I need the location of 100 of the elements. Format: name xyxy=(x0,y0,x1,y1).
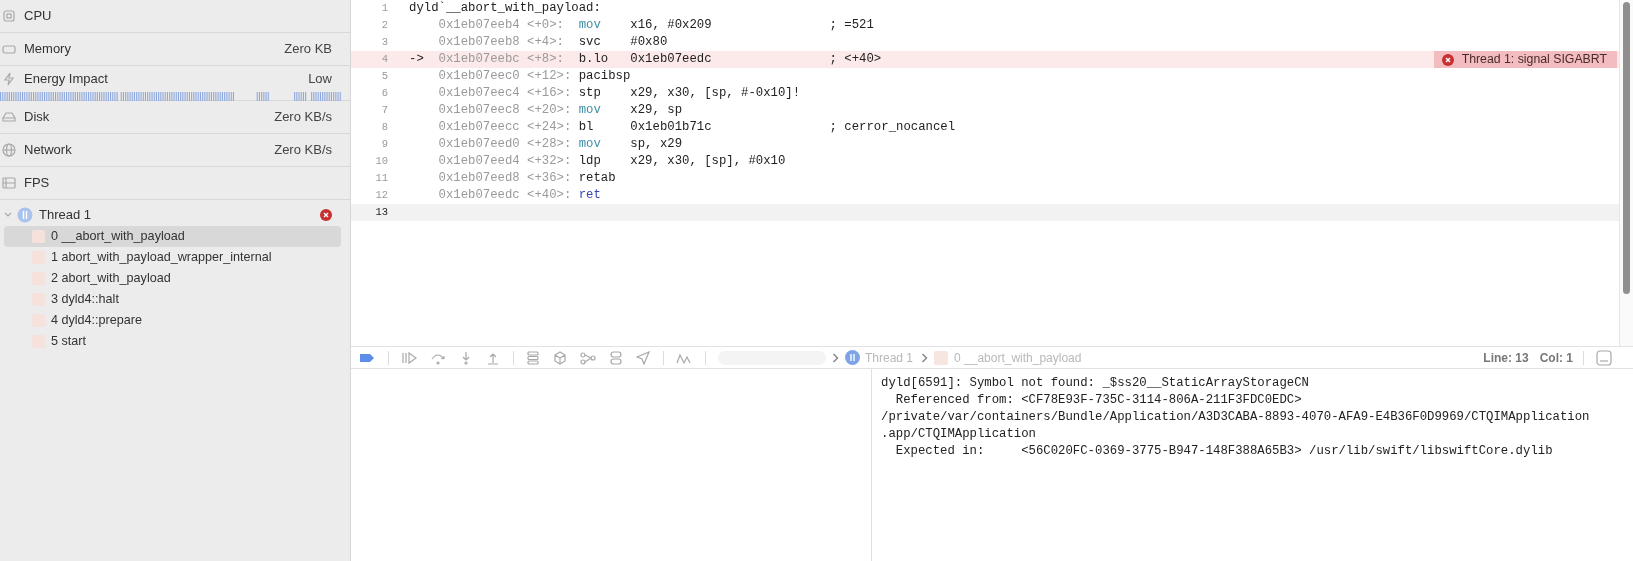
instruction-mnemonic: b.lo xyxy=(578,52,609,67)
instruction-mnemonic: retab xyxy=(578,171,616,186)
stack-frame-item[interactable]: 3 dyld4::halt xyxy=(4,289,341,310)
instruction-mnemonic: mov xyxy=(578,18,601,33)
line-number: 12 xyxy=(374,187,388,203)
instruction-mnemonic: bl xyxy=(578,120,594,135)
instruction-mnemonic: mov xyxy=(578,103,601,118)
continue-icon[interactable] xyxy=(401,350,417,365)
instruction-address: 0x1eb07eebc <+8>: xyxy=(438,52,564,67)
stack-frame-item[interactable]: 1 abort_with_payload_wrapper_internal xyxy=(4,247,341,268)
line-number: 5 xyxy=(380,68,388,84)
instruction-address: 0x1eb07eedc <+40>: xyxy=(438,188,572,203)
gauge-label: Memory xyxy=(24,40,71,59)
console-line: /private/var/containers/Bundle/Application/A3D3CABA-8893-4070-AFA9-E4B36F0D9969/CTQIMApplication xyxy=(881,409,1591,426)
gauge-value: Zero KB/s xyxy=(274,108,332,127)
error-annotation: Thread 1: signal SIGABRT xyxy=(1433,51,1617,68)
instruction-address: 0x1eb07eecc <+24>: xyxy=(438,120,572,135)
instruction-mnemonic: ret xyxy=(578,188,601,203)
chip-icon xyxy=(2,9,16,23)
breakpoints-toggle[interactable] xyxy=(359,352,375,363)
thread-label: Thread 1 xyxy=(39,206,92,225)
toggle-icon[interactable] xyxy=(609,350,623,365)
error-icon xyxy=(1441,53,1454,66)
stack-frame-item[interactable]: 5 start xyxy=(4,331,341,352)
instruction-operand: 0x1eb01b71c xyxy=(630,120,712,135)
instruction-operand: #0x80 xyxy=(630,35,668,50)
line-number: 10 xyxy=(374,153,388,169)
code-comment: ; <+40> xyxy=(829,51,882,69)
cube-icon[interactable] xyxy=(553,350,567,365)
stack-icon[interactable] xyxy=(526,350,540,365)
instruction-address: 0x1eb07eed0 <+28>: xyxy=(438,137,572,152)
code-comment: ; cerror_nocancel xyxy=(829,119,956,137)
gauge-label: Energy Impact xyxy=(24,70,108,88)
gauge-label: Network xyxy=(24,141,72,160)
line-number: 6 xyxy=(380,85,388,101)
instruction-operand: x29, x30, [sp], #0x10 xyxy=(630,154,786,169)
instruction-address: 0x1eb07eed8 <+36>: xyxy=(438,171,572,186)
line-number: 7 xyxy=(380,102,388,118)
console-line: Referenced from: <CF78E93F-735C-3114-806A-211F3FDC0EDC> xyxy=(894,392,1303,409)
panel-toggle-icon[interactable] xyxy=(1596,349,1612,366)
frame-icon xyxy=(934,350,949,365)
column-indicator: Col: 1 xyxy=(1539,349,1573,367)
instruction-mnemonic: pacibsp xyxy=(578,69,631,84)
instruction-address: 0x1eb07eeb8 <+4>: xyxy=(438,35,564,50)
gauge-value: Zero KB/s xyxy=(274,141,332,160)
gauge-row[interactable]: Memory Zero KB xyxy=(0,33,350,66)
instruction-mnemonic: svc xyxy=(578,35,601,50)
instruction-address: 0x1eb07eeb4 <+0>: xyxy=(438,18,564,33)
stack-frame-item[interactable]: 0 __abort_with_payload xyxy=(4,226,341,247)
code-comment: ; =521 xyxy=(829,17,874,35)
instruction-address: 0x1eb07eec0 <+12>: xyxy=(438,69,572,84)
scroll-bar[interactable] xyxy=(1619,0,1633,346)
line-number: 1 xyxy=(380,0,388,16)
pc-arrow: -> xyxy=(409,52,424,67)
line-number: 4 xyxy=(380,51,388,67)
globe-icon xyxy=(2,143,16,157)
gauge-value: Zero KB xyxy=(284,40,332,59)
instruction-operand: x29, x30, [sp, #-0x10]! xyxy=(630,86,801,101)
gauge-row[interactable]: Network Zero KB/s xyxy=(0,134,350,167)
line-number: 9 xyxy=(380,136,388,152)
console-line: dyld[6591]: Symbol not found: _$ss20__StaticArrayStorageCN xyxy=(881,375,1310,392)
gauge-label: Disk xyxy=(24,108,50,127)
nodes-icon[interactable] xyxy=(580,350,596,365)
line-number: 2 xyxy=(380,17,388,33)
chevron-icon xyxy=(832,352,839,363)
instruction-mnemonic: ldp xyxy=(578,154,601,169)
thread-icon xyxy=(17,207,33,223)
gauge-label: CPU xyxy=(24,7,52,26)
line-number: 8 xyxy=(380,119,388,135)
instruction-address: 0x1eb07eec8 <+20>: xyxy=(438,103,572,118)
memory-icon xyxy=(2,42,16,56)
line-number: 3 xyxy=(380,34,388,50)
instruction-address: 0x1eb07eec4 <+16>: xyxy=(438,86,572,101)
console-line: .app/CTQIMApplication xyxy=(881,426,1037,443)
gauge-row[interactable]: FPS xyxy=(0,167,350,200)
instruction-operand: x29, sp xyxy=(630,103,682,118)
gauge-label: FPS xyxy=(24,174,50,193)
console-line: Expected in: <56C020FC-0369-3775-B947-148F388A65B3> /usr/lib/swift/libswiftCore.dylib xyxy=(894,443,1554,460)
lightning-icon xyxy=(2,71,16,86)
code-label: dyld`__abort_with_payload: xyxy=(409,0,601,18)
line-number: 13 xyxy=(374,204,388,220)
stack-frame-item[interactable]: 2 abort_with_payload xyxy=(4,268,341,289)
line-indicator: Line: 13 xyxy=(1483,349,1529,367)
thread-icon xyxy=(845,350,860,365)
stack-frame-item[interactable]: 4 dyld4::prepare xyxy=(4,310,341,331)
chevron-icon xyxy=(921,352,929,363)
location-icon[interactable] xyxy=(636,350,650,365)
gauge-row[interactable]: Energy Impact Low xyxy=(0,66,350,101)
instruction-address: 0x1eb07eed4 <+32>: xyxy=(438,154,572,169)
instruction-operand: x16, #0x209 xyxy=(630,18,712,33)
gauge-value: Low xyxy=(308,70,332,88)
thread-row[interactable]: Thread 1 xyxy=(0,204,350,226)
frame-icon xyxy=(32,230,45,243)
instruction-operand: sp, x29 xyxy=(630,137,682,152)
instruction-mnemonic: stp xyxy=(578,86,601,101)
instruction-mnemonic: mov xyxy=(578,137,601,152)
film-icon xyxy=(2,176,16,190)
gauge-row[interactable]: CPU xyxy=(0,0,350,33)
gauge-row[interactable]: Disk Zero KB/s xyxy=(0,101,350,134)
instruction-operand: 0x1eb07eedc xyxy=(630,52,712,67)
